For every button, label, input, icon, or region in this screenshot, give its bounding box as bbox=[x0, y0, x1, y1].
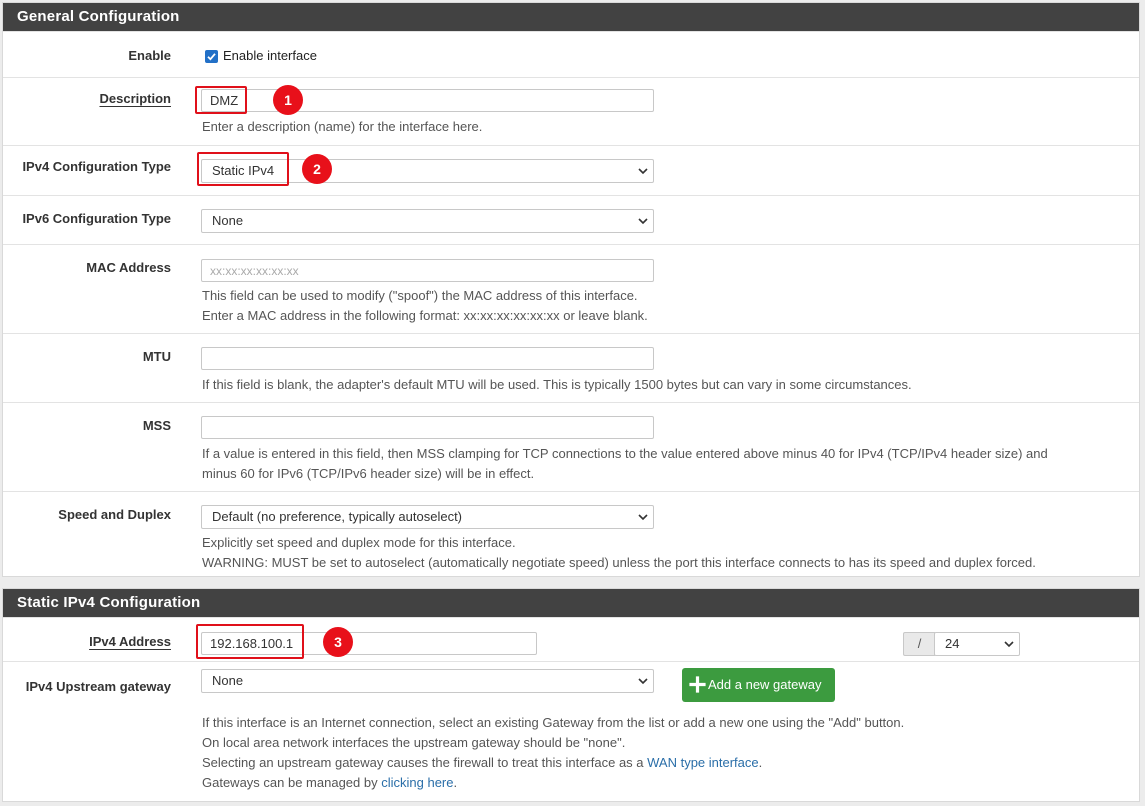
enable-checkbox-label[interactable]: Enable interface bbox=[223, 48, 317, 63]
speed-duplex-help-2: WARNING: MUST be set to autoselect (auto… bbox=[202, 555, 1036, 570]
mac-address-help-2: Enter a MAC address in the following for… bbox=[202, 308, 648, 323]
ipv4-address-label: IPv4 Address bbox=[89, 634, 171, 649]
speed-duplex-label: Speed and Duplex bbox=[58, 507, 171, 522]
ipv4-gateway-help-1: If this interface is an Internet connect… bbox=[202, 715, 905, 730]
chevron-down-icon bbox=[638, 678, 648, 685]
speed-duplex-row: Speed and Duplex Default (no preference,… bbox=[3, 491, 1139, 579]
mac-address-help-1: This field can be used to modify ("spoof… bbox=[202, 288, 638, 303]
help3-text: Selecting an upstream gateway causes the… bbox=[202, 755, 648, 770]
static-ipv4-panel: Static IPv4 Configuration IPv4 Address /… bbox=[2, 588, 1140, 802]
add-gateway-button[interactable]: Add a new gateway bbox=[682, 668, 835, 702]
ipv6-config-type-select[interactable]: None bbox=[201, 209, 654, 233]
ipv6-config-type-label: IPv6 Configuration Type bbox=[22, 211, 171, 226]
plus-icon bbox=[689, 676, 706, 693]
ipv4-gateway-row: IPv4 Upstream gateway None If this inter… bbox=[3, 661, 1139, 801]
chevron-down-icon bbox=[638, 168, 648, 175]
mss-help-1: If a value is entered in this field, the… bbox=[202, 446, 1048, 461]
enable-checkbox[interactable] bbox=[205, 50, 218, 63]
cidr-select[interactable]: 24 bbox=[934, 632, 1020, 656]
description-help: Enter a description (name) for the inter… bbox=[202, 119, 483, 134]
annotation-badge-3: 3 bbox=[323, 627, 353, 657]
mac-address-input[interactable] bbox=[201, 259, 654, 282]
enable-row: Enable Enable interface bbox=[3, 31, 1139, 77]
chevron-down-icon bbox=[638, 218, 648, 225]
general-configuration-heading: General Configuration bbox=[3, 3, 1139, 31]
ipv6-config-type-row: IPv6 Configuration Type None bbox=[3, 195, 1139, 244]
enable-label: Enable bbox=[128, 48, 171, 63]
cidr-slash-text: / bbox=[917, 636, 922, 651]
mss-input[interactable] bbox=[201, 416, 654, 439]
annotation-badge-1: 1 bbox=[273, 85, 303, 115]
cidr-slash: / bbox=[903, 632, 935, 656]
description-label: Description bbox=[99, 91, 171, 106]
general-configuration-panel: General Configuration Enable Enable inte… bbox=[2, 2, 1140, 577]
add-gateway-button-label: Add a new gateway bbox=[708, 677, 822, 692]
chevron-down-icon bbox=[1004, 641, 1014, 648]
help4-end: . bbox=[453, 775, 458, 790]
help4-text: Gateways can be managed by bbox=[202, 775, 382, 790]
ipv4-gateway-value: None bbox=[212, 673, 244, 688]
ipv6-config-type-value: None bbox=[212, 213, 244, 228]
annotation-badge-2: 2 bbox=[302, 154, 332, 184]
checkmark-icon bbox=[207, 53, 216, 61]
ipv4-gateway-help-4: Gateways can be managed by clicking here… bbox=[202, 773, 457, 793]
mtu-label: MTU bbox=[142, 349, 171, 364]
wan-type-interface-link[interactable]: WAN type interface bbox=[647, 755, 759, 770]
ipv4-gateway-select[interactable]: None bbox=[201, 669, 654, 693]
mtu-help: If this field is blank, the adapter's de… bbox=[202, 377, 912, 392]
ipv4-config-type-row: IPv4 Configuration Type Static IPv4 bbox=[3, 145, 1139, 195]
mac-address-label: MAC Address bbox=[86, 260, 171, 275]
mss-row: MSS If a value is entered in this field,… bbox=[3, 402, 1139, 491]
cidr-value: 24 bbox=[945, 636, 960, 651]
ipv4-gateway-label: IPv4 Upstream gateway bbox=[25, 679, 171, 694]
mtu-input[interactable] bbox=[201, 347, 654, 370]
ipv4-gateway-help-3: Selecting an upstream gateway causes the… bbox=[202, 753, 762, 773]
speed-duplex-value: Default (no preference, typically autose… bbox=[212, 509, 463, 524]
static-ipv4-heading: Static IPv4 Configuration bbox=[3, 589, 1139, 617]
ipv4-config-type-value: Static IPv4 bbox=[212, 163, 275, 178]
mss-label: MSS bbox=[142, 418, 171, 433]
ipv4-config-type-label: IPv4 Configuration Type bbox=[22, 159, 171, 174]
mtu-row: MTU If this field is blank, the adapter'… bbox=[3, 333, 1139, 402]
help3-end: . bbox=[758, 755, 763, 770]
ipv4-config-type-select[interactable]: Static IPv4 bbox=[201, 159, 654, 183]
speed-duplex-select[interactable]: Default (no preference, typically autose… bbox=[201, 505, 654, 529]
mac-address-row: MAC Address This field can be used to mo… bbox=[3, 244, 1139, 333]
description-row: Description Enter a description (name) f… bbox=[3, 77, 1139, 145]
ipv4-address-input[interactable] bbox=[201, 632, 537, 655]
clicking-here-link[interactable]: clicking here bbox=[381, 775, 453, 790]
ipv4-gateway-help-2: On local area network interfaces the ups… bbox=[202, 735, 626, 750]
description-input[interactable] bbox=[201, 89, 654, 112]
speed-duplex-help-1: Explicitly set speed and duplex mode for… bbox=[202, 535, 516, 550]
mss-help-2: minus 60 for IPv6 (TCP/IPv6 header size)… bbox=[202, 466, 535, 481]
ipv4-address-row: IPv4 Address / 24 bbox=[3, 617, 1139, 661]
chevron-down-icon bbox=[638, 514, 648, 521]
